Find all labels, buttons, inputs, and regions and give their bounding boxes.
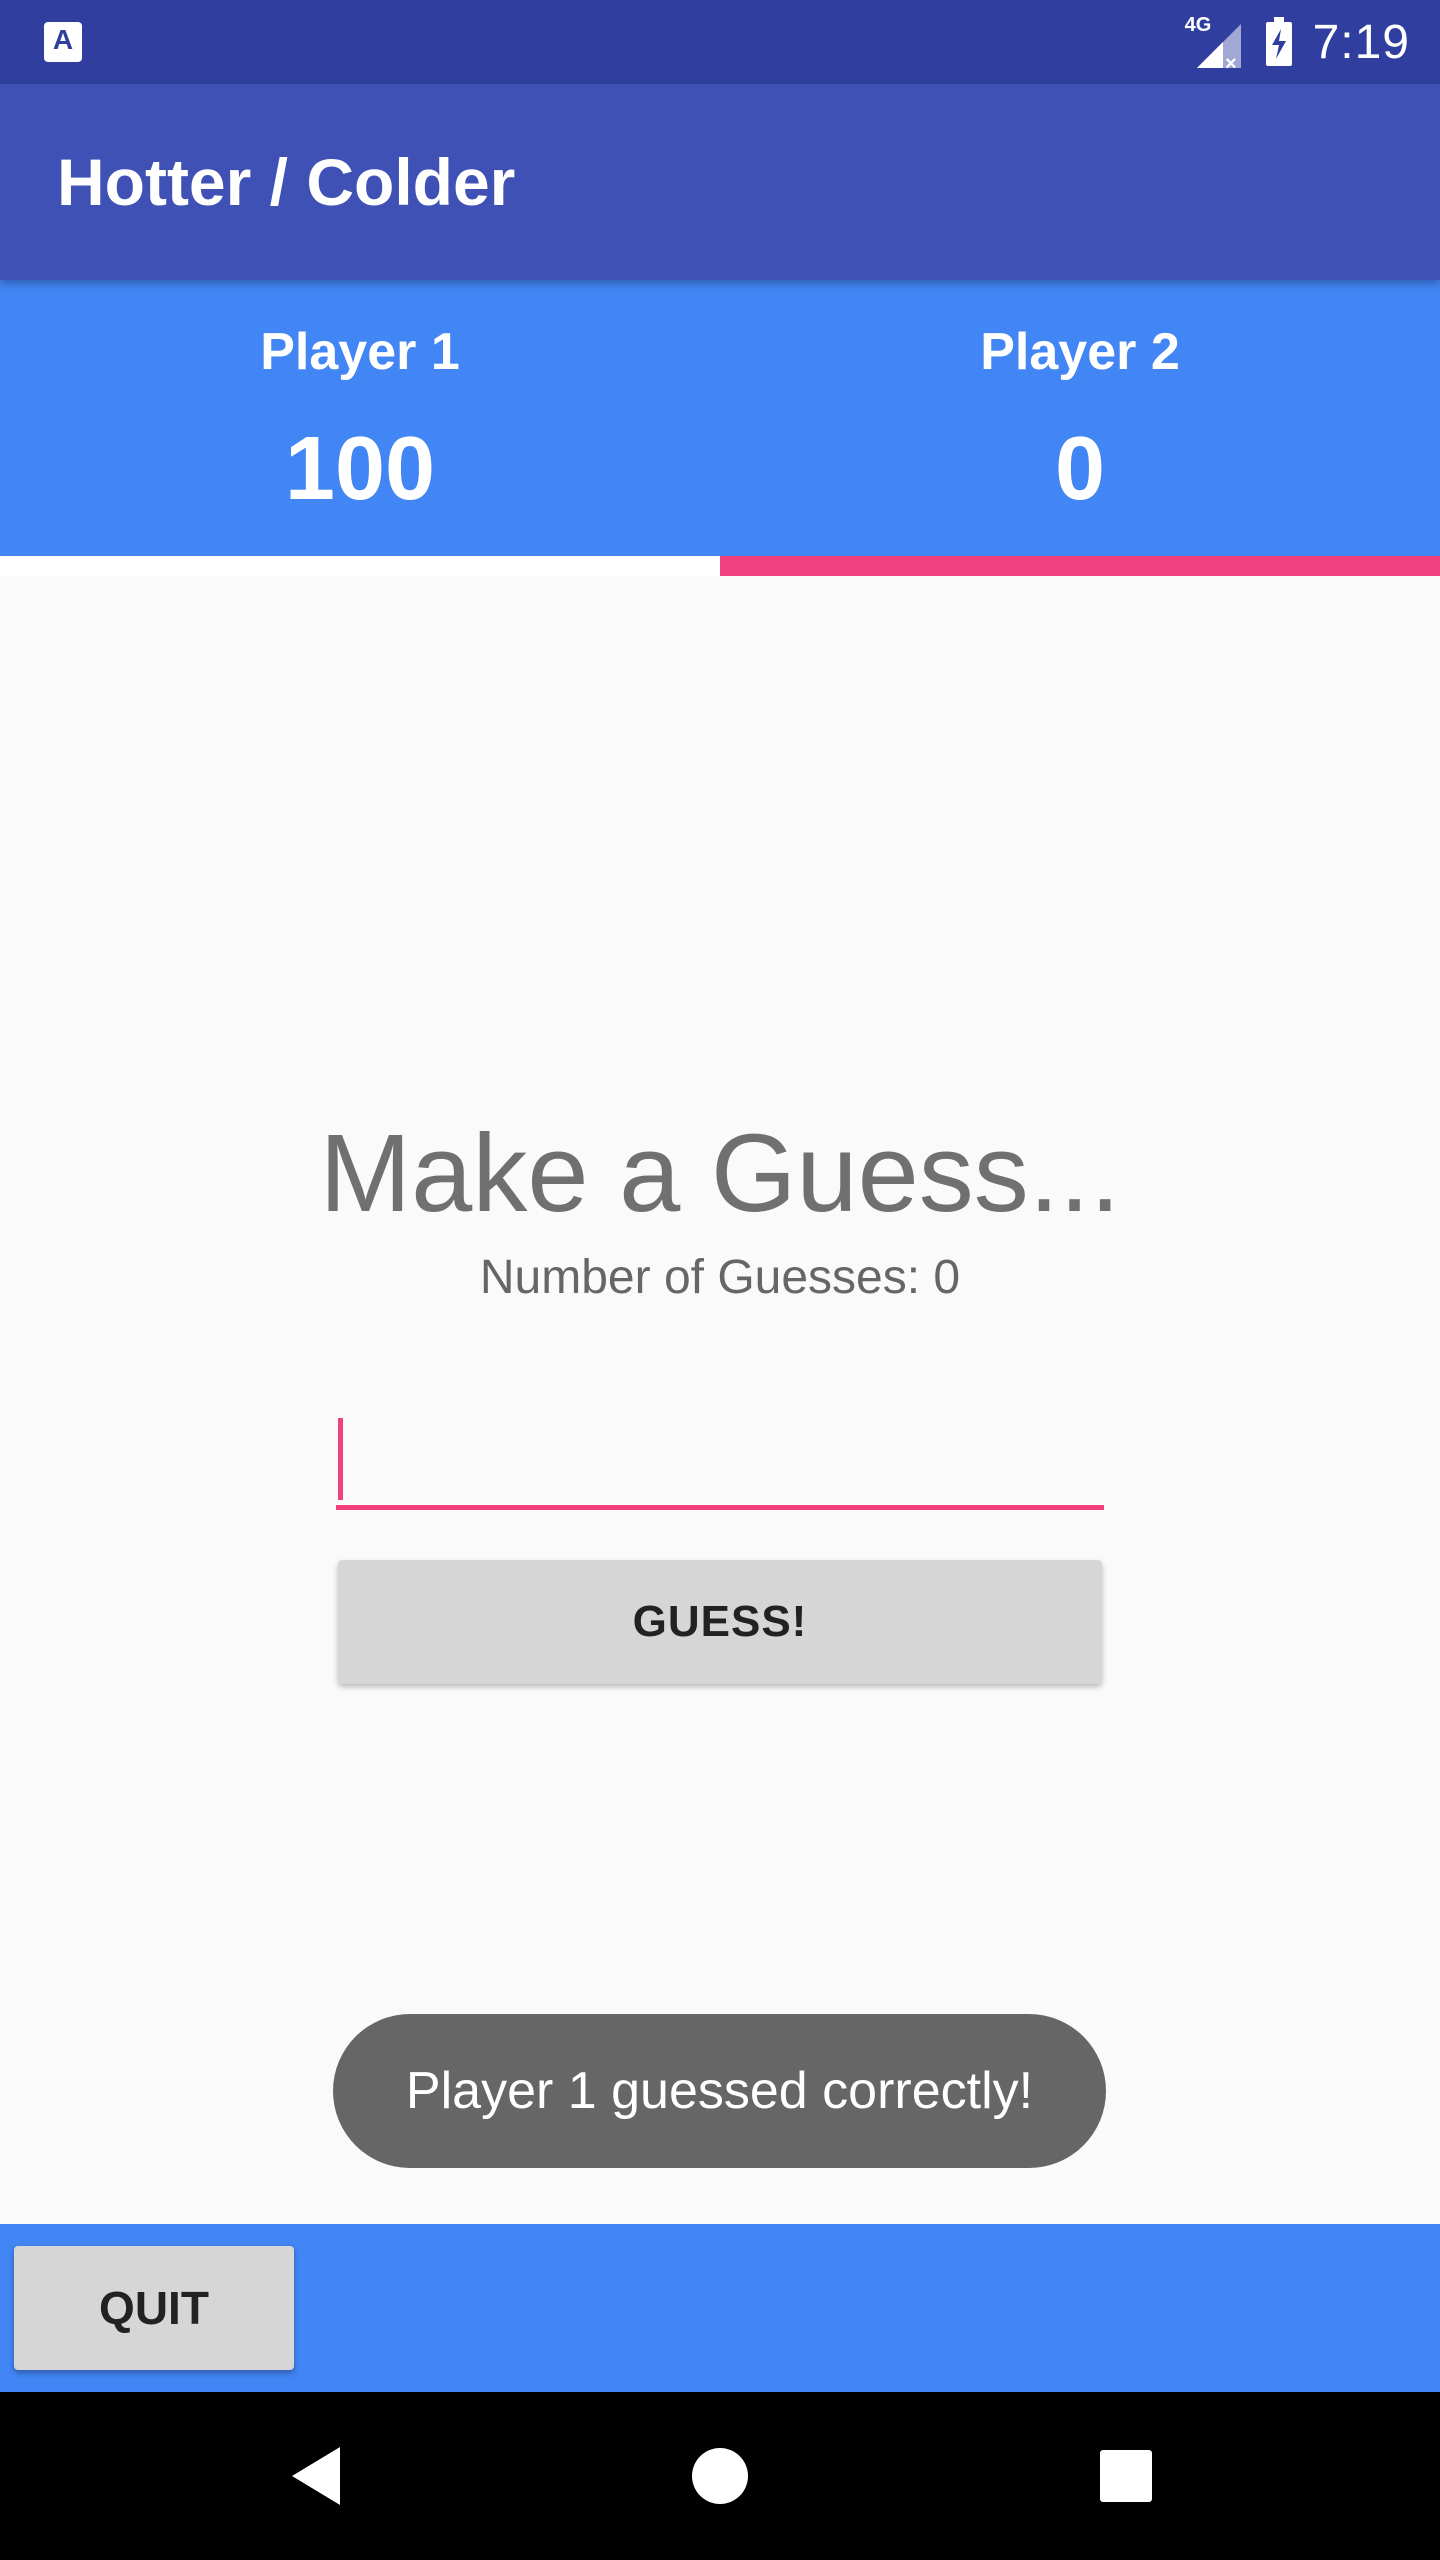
- player2-name: Player 2: [980, 323, 1180, 381]
- guess-button[interactable]: GUESS!: [338, 1560, 1102, 1684]
- signal-icon: 4G ×: [1185, 12, 1245, 72]
- player1-score: 100: [284, 419, 436, 519]
- recents-icon[interactable]: [1046, 2392, 1206, 2560]
- status-bar: A 4G × 7:19: [0, 0, 1440, 84]
- back-icon[interactable]: [236, 2392, 396, 2560]
- clock: 7:19: [1312, 15, 1410, 69]
- svg-text:×: ×: [1225, 53, 1237, 72]
- toast-message: Player 1 guessed correctly!: [333, 2014, 1106, 2168]
- guess-input[interactable]: [336, 1410, 1104, 1510]
- player2-panel: Player 2 0: [720, 280, 1440, 556]
- bottom-action-bar: QUIT: [0, 2224, 1440, 2392]
- app-title: Hotter / Colder: [57, 145, 516, 219]
- player1-turn-indicator: [0, 556, 720, 576]
- player1-panel: Player 1 100: [0, 280, 720, 556]
- scoreboard: Player 1 100 Player 2 0: [0, 280, 1440, 556]
- quit-button[interactable]: QUIT: [14, 2246, 294, 2370]
- text-cursor: [338, 1418, 343, 1500]
- player2-score: 0: [1054, 419, 1106, 519]
- home-icon[interactable]: [640, 2392, 800, 2560]
- app-screen: A 4G × 7:19 Hotter / Colder Player 1 100…: [0, 0, 1440, 2560]
- player1-name: Player 1: [260, 323, 460, 381]
- guess-prompt: Make a Guess...: [319, 1112, 1121, 1235]
- guess-count: Number of Guesses: 0: [479, 1251, 961, 1304]
- navigation-bar: [0, 2392, 1440, 2560]
- app-bar: Hotter / Colder: [0, 84, 1440, 280]
- battery-icon: [1265, 17, 1292, 66]
- player2-turn-indicator: [720, 556, 1440, 576]
- status-icons: 4G × 7:19: [1185, 0, 1410, 84]
- app-notification-icon: A: [44, 22, 82, 62]
